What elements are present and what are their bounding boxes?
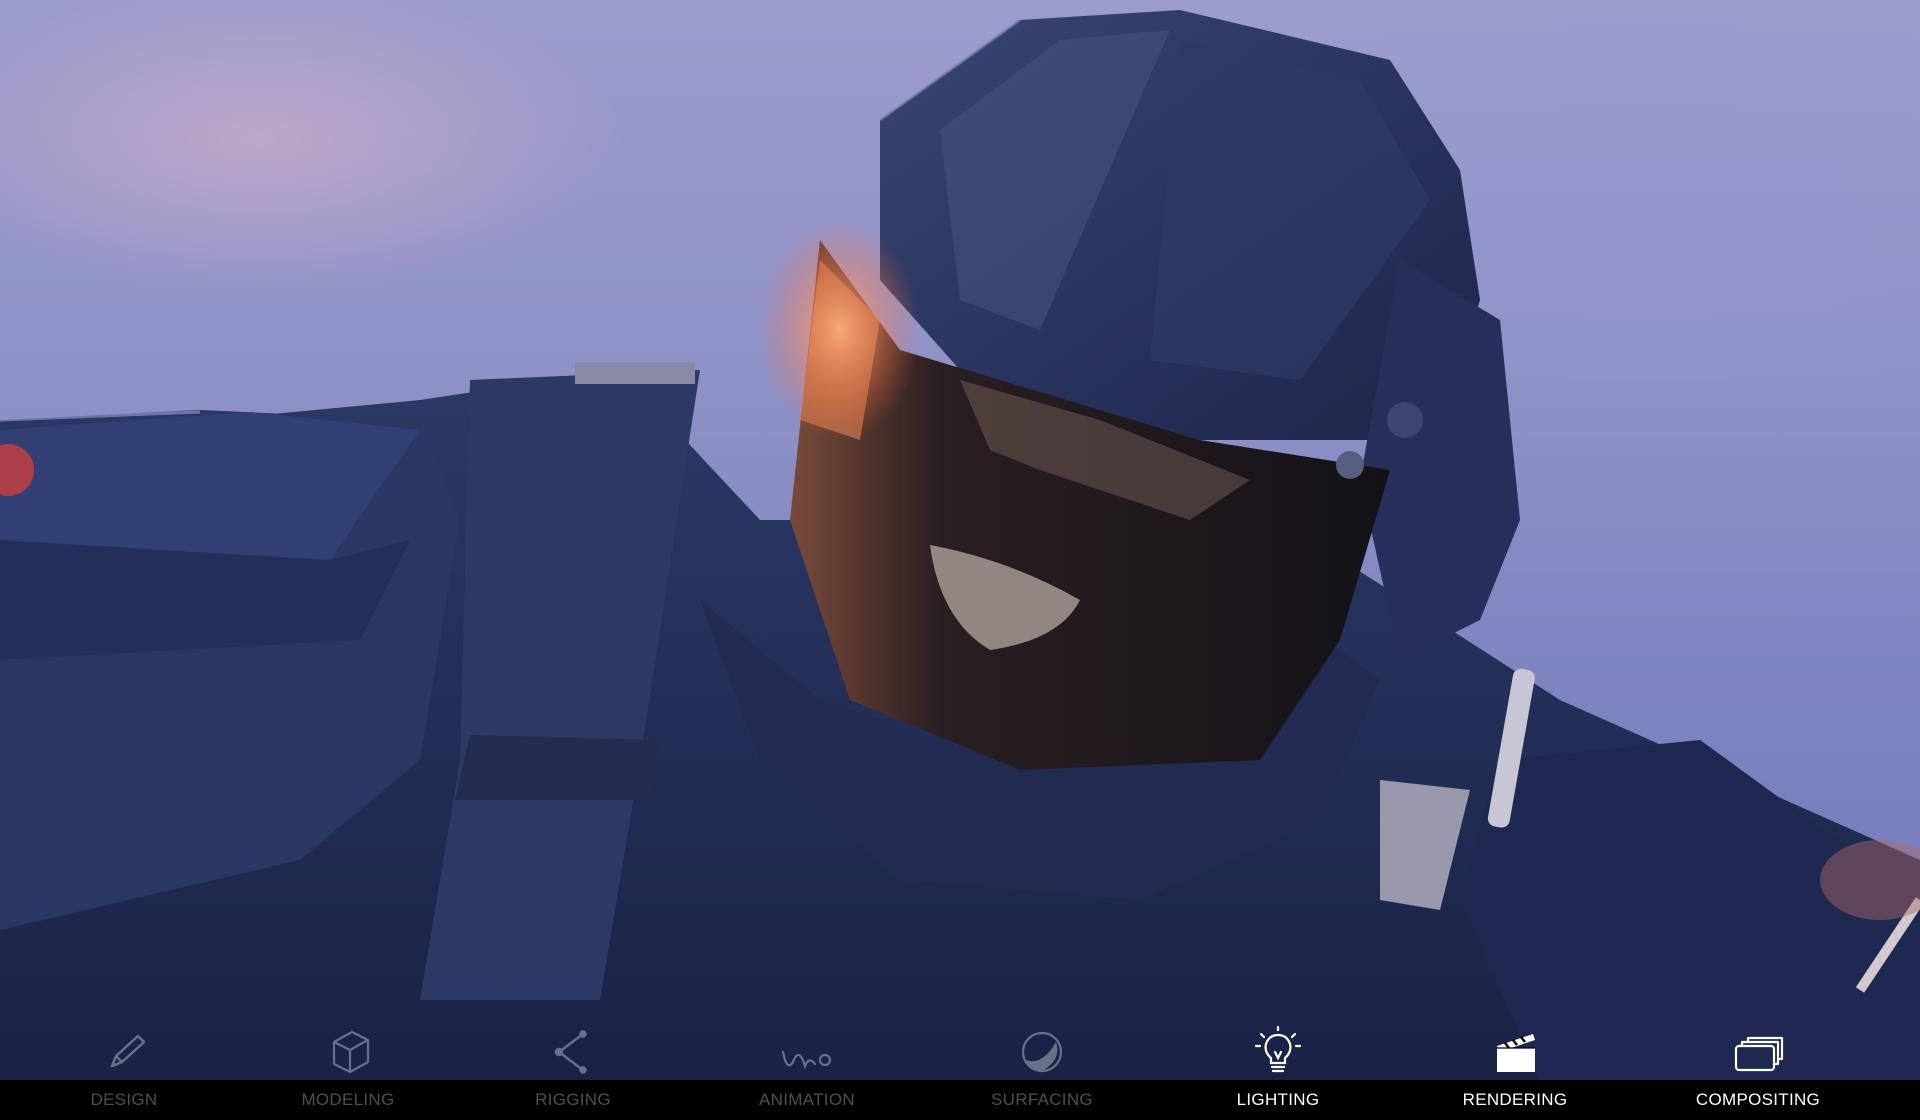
stage-surfacing[interactable]: SURFACING — [942, 1020, 1142, 1120]
stage-compositing[interactable]: COMPOSITING — [1658, 1020, 1858, 1120]
stage-label: MODELING — [301, 1090, 395, 1109]
showcase-page: DESIGN MODELING RIGGING ANIMATION SURFAC… — [0, 0, 1920, 1120]
light-bulb-icon — [1254, 1026, 1302, 1073]
stage-label: SURFACING — [991, 1090, 1093, 1109]
shaded-sphere-icon — [1021, 1031, 1063, 1073]
pencil-icon — [110, 1034, 146, 1068]
stage-label: DESIGN — [90, 1090, 158, 1109]
pipeline-stage-bar: DESIGN MODELING RIGGING ANIMATION SURFAC… — [0, 1020, 1920, 1120]
stage-label: RENDERING — [1462, 1090, 1568, 1109]
stage-label: ANIMATION — [759, 1090, 855, 1109]
stage-lighting[interactable]: LIGHTING — [1178, 1020, 1378, 1120]
stage-rigging[interactable]: RIGGING — [473, 1020, 673, 1120]
cube-icon — [332, 1030, 370, 1074]
clapperboard-icon — [1497, 1034, 1535, 1072]
armored-soldier-illustration — [0, 10, 1920, 1080]
hero-render-image — [0, 0, 1920, 1080]
stage-label: RIGGING — [535, 1090, 611, 1109]
stage-rendering[interactable]: RENDERING — [1415, 1020, 1615, 1120]
stage-modeling[interactable]: MODELING — [248, 1020, 448, 1120]
stage-label: COMPOSITING — [1695, 1090, 1821, 1109]
stage-label: LIGHTING — [1236, 1090, 1320, 1109]
stage-animation[interactable]: ANIMATION — [707, 1020, 907, 1120]
bone-joint-icon — [554, 1030, 587, 1074]
stacked-layers-icon — [1734, 1036, 1784, 1072]
bouncing-ball-icon — [781, 1050, 832, 1070]
stage-design[interactable]: DESIGN — [24, 1020, 224, 1120]
